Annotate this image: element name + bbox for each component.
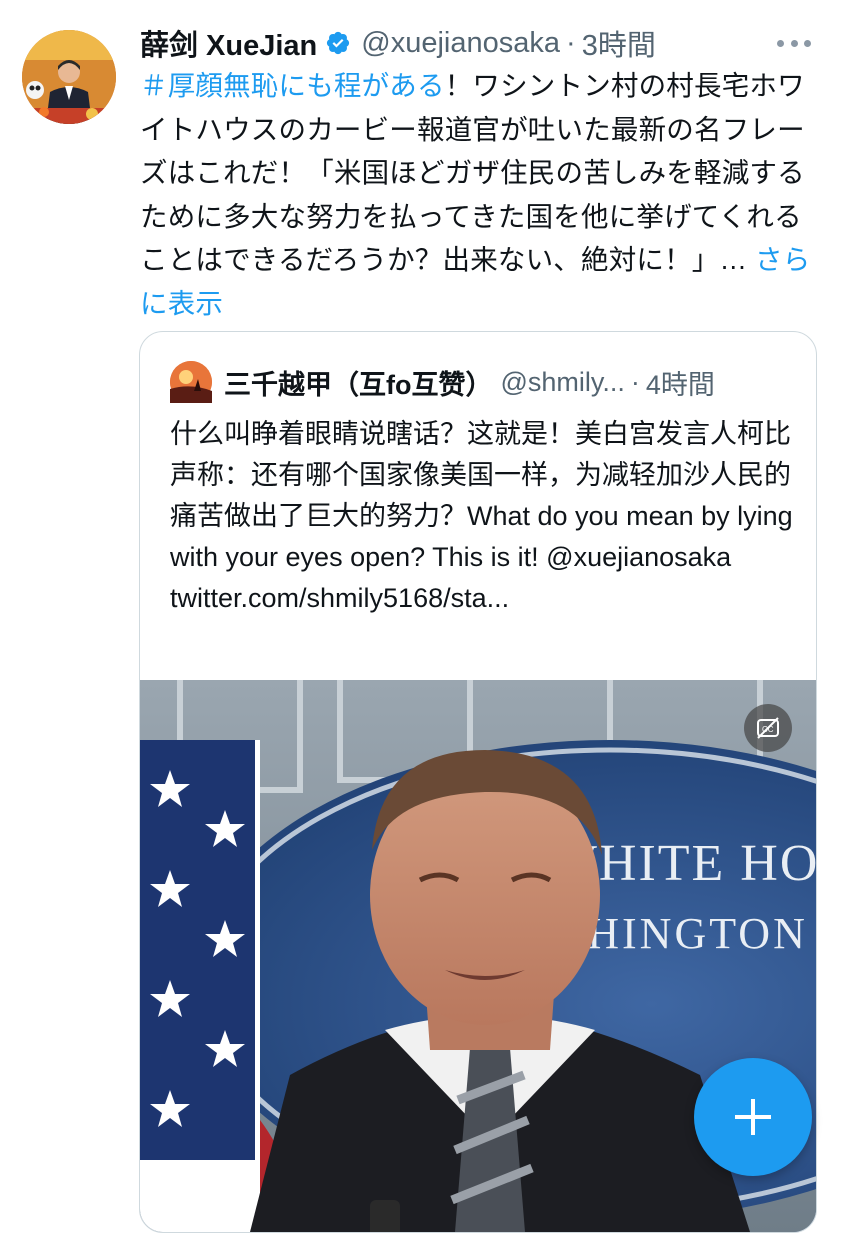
quoted-tweet-text: 什么叫睁着眼睛说瞎话？这就是！美白宫发言人柯比声称：还有哪个国家像美国一样，为减… [170,414,800,619]
verified-badge-icon [327,31,350,55]
sunset-avatar-image [170,361,212,403]
author-avatar[interactable] [22,30,116,124]
more-dot-icon [777,39,784,47]
tweet-header: 薛剑 XueJian @xuejianosaka · 3時間 [140,22,820,64]
quoted-author-display-name[interactable]: 三千越甲（互fo互赞） [224,363,492,402]
quoted-tweet-link[interactable]: twitter.com/shmily5168/sta... [170,583,509,613]
quoted-tweet-body: 什么叫睁着眼睛说瞎话？这就是！美白宫发言人柯比声称：还有哪个国家像美国一样，为减… [170,419,793,572]
quoted-tweet-header: 三千越甲（互fo互赞） @shmily... · 4時間 [170,360,790,404]
author-handle[interactable]: @xuejianosaka [361,27,560,60]
quoted-author-avatar[interactable] [170,361,212,403]
quoted-author-handle[interactable]: @shmily... [500,367,624,398]
plus-icon [735,1099,771,1135]
avatar-photo [22,30,116,124]
quoted-tweet-timestamp[interactable]: 4時間 [646,363,715,402]
separator-dot: · [566,26,576,59]
tweet-text: ＃厚顔無恥にも程がある！ワシントン村の村長宅ホワイトハウスのカービー報道官が吐い… [140,64,820,325]
tweet-timestamp[interactable]: 3時間 [582,22,656,64]
separator-dot: · [630,366,640,397]
author-display-name[interactable]: 薛剑 XueJian [140,22,317,64]
hashtag-link[interactable]: ＃厚顔無恥にも程がある [140,70,445,101]
captions-off-icon: CC [757,717,779,739]
more-options-button[interactable] [777,38,811,48]
more-dot-icon [804,39,811,47]
compose-tweet-button[interactable] [694,1058,812,1176]
captions-toggle-button[interactable]: CC [744,704,792,752]
more-dot-icon [790,39,798,47]
